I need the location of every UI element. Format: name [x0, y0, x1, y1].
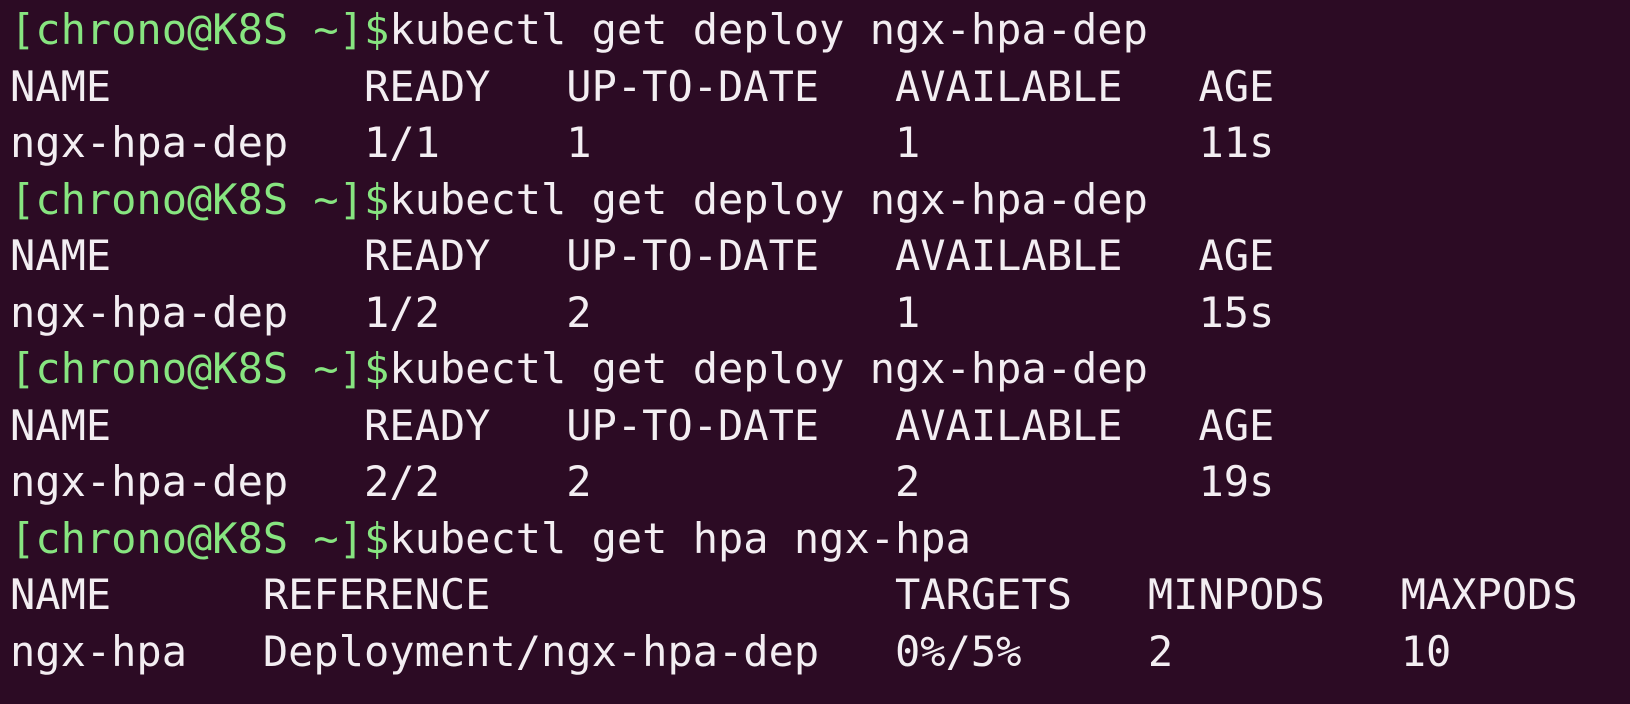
shell-prompt: [chrono@K8S ~]$	[10, 344, 389, 393]
command-line-1: [chrono@K8S ~]$kubectl get deploy ngx-hp…	[10, 2, 1630, 59]
terminal-output: [chrono@K8S ~]$kubectl get deploy ngx-hp…	[10, 2, 1630, 680]
command-line-4: [chrono@K8S ~]$kubectl get hpa ngx-hpa	[10, 511, 1630, 568]
table-row-text: ngx-hpa-dep 1/2 2 1 15s	[10, 288, 1274, 337]
shell-command: kubectl get deploy ngx-hpa-dep	[389, 175, 1148, 224]
shell-command: kubectl get deploy ngx-hpa-dep	[389, 5, 1148, 54]
terminal-screen[interactable]: [chrono@K8S ~]$kubectl get deploy ngx-hp…	[0, 0, 1630, 704]
table-header-line: NAME REFERENCE TARGETS MINPODS MAXPODS	[10, 567, 1630, 624]
table-header-text: NAME REFERENCE TARGETS MINPODS MAXPODS	[10, 570, 1578, 619]
table-row-line: ngx-hpa-dep 2/2 2 2 19s	[10, 454, 1630, 511]
command-line-3: [chrono@K8S ~]$kubectl get deploy ngx-hp…	[10, 341, 1630, 398]
table-header-line: NAME READY UP-TO-DATE AVAILABLE AGE	[10, 398, 1630, 455]
table-row-line: ngx-hpa Deployment/ngx-hpa-dep 0%/5% 2 1…	[10, 624, 1630, 681]
table-row-text: ngx-hpa Deployment/ngx-hpa-dep 0%/5% 2 1…	[10, 627, 1451, 676]
table-header-line: NAME READY UP-TO-DATE AVAILABLE AGE	[10, 228, 1630, 285]
table-row-line: ngx-hpa-dep 1/1 1 1 11s	[10, 115, 1630, 172]
table-header-text: NAME READY UP-TO-DATE AVAILABLE AGE	[10, 62, 1274, 111]
table-header-line: NAME READY UP-TO-DATE AVAILABLE AGE	[10, 59, 1630, 116]
shell-prompt: [chrono@K8S ~]$	[10, 5, 389, 54]
shell-command: kubectl get deploy ngx-hpa-dep	[389, 344, 1148, 393]
table-row-line: ngx-hpa-dep 1/2 2 1 15s	[10, 285, 1630, 342]
table-header-text: NAME READY UP-TO-DATE AVAILABLE AGE	[10, 231, 1274, 280]
shell-prompt: [chrono@K8S ~]$	[10, 514, 389, 563]
table-row-text: ngx-hpa-dep 2/2 2 2 19s	[10, 457, 1274, 506]
command-line-2: [chrono@K8S ~]$kubectl get deploy ngx-hp…	[10, 172, 1630, 229]
table-header-text: NAME READY UP-TO-DATE AVAILABLE AGE	[10, 401, 1274, 450]
shell-prompt: [chrono@K8S ~]$	[10, 175, 389, 224]
shell-command: kubectl get hpa ngx-hpa	[389, 514, 971, 563]
table-row-text: ngx-hpa-dep 1/1 1 1 11s	[10, 118, 1274, 167]
